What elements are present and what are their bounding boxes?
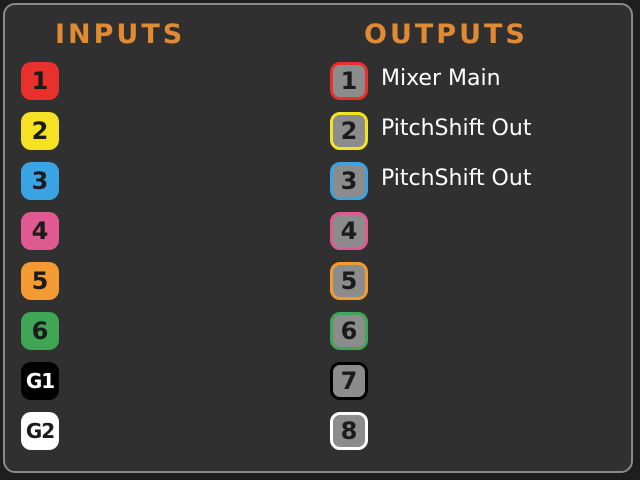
input-slot-4[interactable]: 4 xyxy=(21,212,81,252)
input-slot-5[interactable]: 5 xyxy=(21,262,81,302)
output-source-label: PitchShift Out xyxy=(381,116,532,141)
input-slot-3[interactable]: 3 xyxy=(21,162,81,202)
output-slot-2[interactable]: 2 PitchShift Out xyxy=(330,112,620,152)
output-slot-6[interactable]: 6 xyxy=(330,312,620,352)
input-badge[interactable]: 2 xyxy=(21,112,59,150)
output-badge[interactable]: 7 xyxy=(330,362,368,400)
input-slot-g1[interactable]: G1 xyxy=(21,362,81,402)
output-badge[interactable]: 1 xyxy=(330,62,368,100)
output-slot-8[interactable]: 8 xyxy=(330,412,620,452)
output-slot-3[interactable]: 3 PitchShift Out xyxy=(330,162,620,202)
input-badge[interactable]: 1 xyxy=(21,62,59,100)
input-badge[interactable]: 5 xyxy=(21,262,59,300)
output-badge[interactable]: 6 xyxy=(330,312,368,350)
output-slot-1[interactable]: 1 Mixer Main xyxy=(330,62,620,102)
output-slot-5[interactable]: 5 xyxy=(330,262,620,302)
input-slot-g2[interactable]: G2 xyxy=(21,412,81,452)
output-slot-7[interactable]: 7 xyxy=(330,362,620,402)
routing-panel: INPUTS OUTPUTS 1 2 3 4 5 6 G1 G2 1 Mixer Main 2 Pi… xyxy=(3,3,633,473)
input-slot-1[interactable]: 1 xyxy=(21,62,81,102)
input-slot-2[interactable]: 2 xyxy=(21,112,81,152)
inputs-heading: INPUTS xyxy=(55,19,186,50)
output-badge[interactable]: 2 xyxy=(330,112,368,150)
output-badge[interactable]: 8 xyxy=(330,412,368,450)
input-badge[interactable]: 6 xyxy=(21,312,59,350)
output-badge[interactable]: 4 xyxy=(330,212,368,250)
output-badge[interactable]: 3 xyxy=(330,162,368,200)
output-badge[interactable]: 5 xyxy=(330,262,368,300)
output-source-label: PitchShift Out xyxy=(381,166,532,191)
input-badge[interactable]: 3 xyxy=(21,162,59,200)
input-badge[interactable]: G2 xyxy=(21,412,59,450)
output-source-label: Mixer Main xyxy=(381,66,501,91)
outputs-heading: OUTPUTS xyxy=(364,19,528,50)
input-slot-6[interactable]: 6 xyxy=(21,312,81,352)
output-slot-4[interactable]: 4 xyxy=(330,212,620,252)
input-badge[interactable]: G1 xyxy=(21,362,59,400)
input-badge[interactable]: 4 xyxy=(21,212,59,250)
